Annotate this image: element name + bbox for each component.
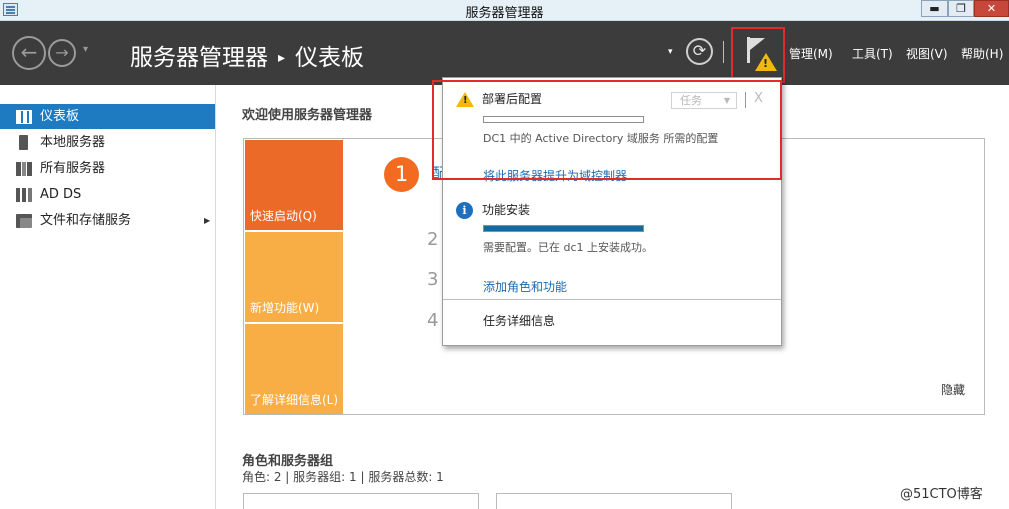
header-bar: ← → ▾ 服务器管理器 ▸ 仪表板 ▾ ⟳ ! 管理(M) 工具(T) 视图(V)… [0, 21, 1009, 85]
sidebar-item-local-server[interactable]: 本地服务器 [0, 130, 215, 155]
refresh-icon[interactable]: ⟳ [686, 38, 713, 65]
hide-link[interactable]: 隐藏 [941, 381, 965, 398]
warning-glyph: ! [763, 57, 769, 70]
step-number: 3 [427, 269, 439, 290]
file-storage-icon [16, 214, 32, 228]
annotation-highlight [432, 80, 782, 180]
sidebar-item-ad-ds[interactable]: AD DS [0, 182, 215, 207]
sidebar-item-dashboard[interactable]: 仪表板 [0, 104, 215, 129]
sidebar-item-label: 仪表板 [40, 109, 80, 124]
menu-help[interactable]: 帮助(H) [961, 45, 1003, 62]
step-number: 4 [427, 310, 439, 331]
progress-bar [483, 225, 644, 232]
menu-view[interactable]: 视图(V) [906, 45, 948, 62]
sidebar: 仪表板 本地服务器 所有服务器 AD DS 文件和存储服务 ▶ [0, 85, 216, 509]
sidebar-item-label: 文件和存储服务 [40, 213, 132, 228]
server-icon [19, 135, 28, 150]
notification-title: 功能安装 [482, 203, 531, 217]
servers-icon [16, 162, 32, 176]
notifications-flag-button[interactable]: ! [731, 27, 785, 83]
header-dropdown-icon[interactable]: ▾ [668, 47, 673, 57]
welcome-title: 欢迎使用服务器管理器 [242, 108, 373, 123]
tile-label: 新增功能(W) [250, 301, 320, 315]
role-card[interactable] [496, 493, 732, 509]
history-dropdown-icon[interactable]: ▾ [83, 44, 88, 55]
sidebar-item-label: 所有服务器 [40, 161, 106, 176]
sidebar-item-label: AD DS [40, 187, 82, 202]
warning-icon: ! [755, 53, 777, 71]
progress-fill [484, 226, 643, 231]
step-number: 1 [384, 157, 419, 192]
roles-title: 角色和服务器组 [242, 454, 334, 469]
tile-learn-more[interactable]: 了解详细信息(L) [245, 324, 343, 414]
role-card[interactable] [243, 493, 479, 509]
sidebar-item-all-servers[interactable]: 所有服务器 [0, 156, 215, 181]
expand-arrow-icon[interactable]: ▶ [204, 208, 210, 233]
breadcrumb-root[interactable]: 服务器管理器 [130, 45, 268, 71]
popup-divider [443, 299, 781, 300]
tile-whats-new[interactable]: 新增功能(W) [245, 232, 343, 322]
info-icon: i [456, 202, 473, 219]
window-title: 服务器管理器 [465, 6, 544, 21]
header-divider [723, 41, 724, 63]
step-number: 2 [427, 229, 439, 250]
watermark: @51CTO博客 [900, 487, 983, 502]
sidebar-item-file-storage[interactable]: 文件和存储服务 ▶ [0, 208, 215, 233]
breadcrumb-current: 仪表板 [295, 45, 365, 71]
menu-tools[interactable]: 工具(T) [852, 45, 893, 62]
tile-label: 快速启动(Q) [250, 209, 317, 223]
back-button[interactable]: ← [12, 36, 46, 70]
roles-summary: 角色: 2 | 服务器组: 1 | 服务器总数: 1 [242, 470, 444, 484]
close-window-button[interactable]: ✕ [974, 0, 1009, 17]
ad-ds-icon [16, 188, 32, 202]
tile-quick-start[interactable]: 快速启动(Q) [245, 140, 343, 230]
task-details-link[interactable]: 任务详细信息 [483, 312, 555, 329]
minimize-button[interactable]: ▬ [921, 0, 948, 17]
tile-label: 了解详细信息(L) [250, 393, 339, 407]
sidebar-item-label: 本地服务器 [40, 135, 106, 150]
notification-description: 需要配置。已在 dc1 上安装成功。 [483, 241, 654, 254]
menu-manage[interactable]: 管理(M) [789, 45, 833, 62]
window-title-bar: 服务器管理器 ▬ ❐ ✕ [0, 0, 1009, 21]
breadcrumb: 服务器管理器 ▸ 仪表板 [130, 38, 364, 72]
maximize-button[interactable]: ❐ [948, 0, 974, 17]
forward-button[interactable]: → [48, 39, 76, 67]
breadcrumb-separator-icon: ▸ [278, 50, 286, 66]
add-roles-features-link[interactable]: 添加角色和功能 [483, 278, 567, 295]
dashboard-icon [16, 110, 32, 124]
